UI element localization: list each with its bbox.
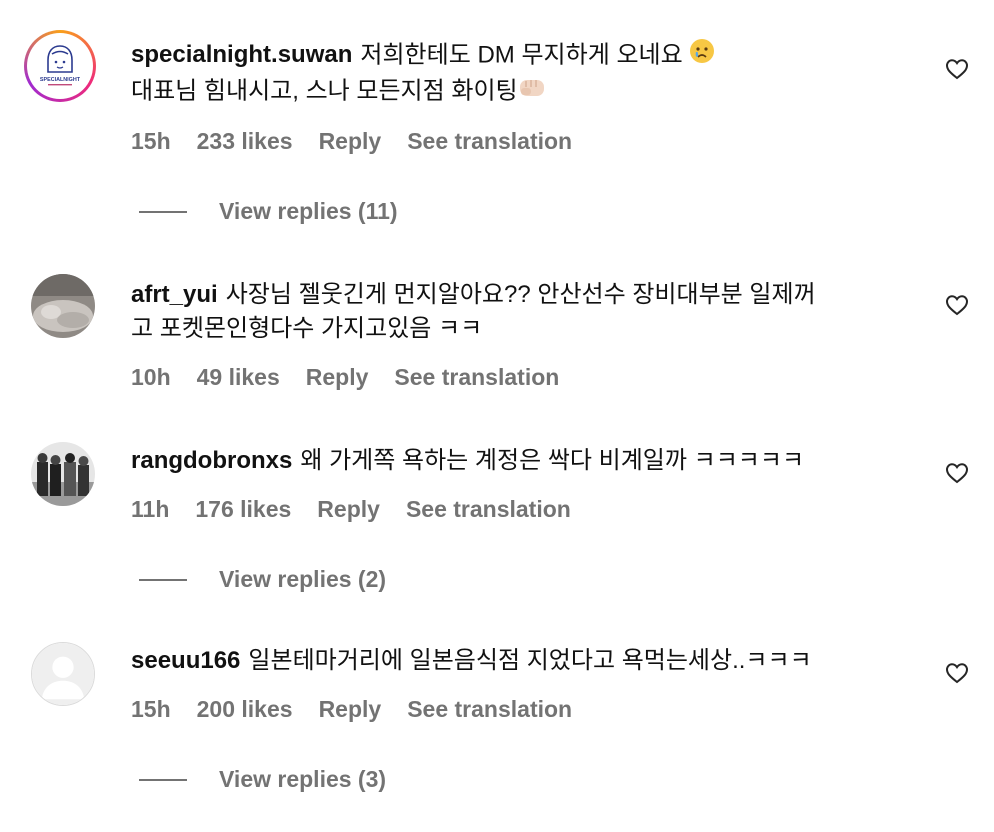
timestamp[interactable]: 11h (131, 496, 169, 523)
replies-divider-line (139, 578, 187, 581)
reply-button[interactable]: Reply (319, 696, 382, 723)
heart-icon[interactable] (945, 461, 969, 485)
comment-body: specialnight.suwan 저희한테도 DM 무지하게 오네요 대표님 … (131, 38, 901, 110)
comment-body: afrt_yui 사장님 젤웃긴게 먼지알아요?? 안산선수 장비대부분 일제꺼 … (131, 278, 901, 346)
timestamp[interactable]: 15h (131, 128, 171, 155)
heart-icon[interactable] (945, 661, 969, 685)
crying-face-emoji-icon (689, 38, 715, 74)
comment-text-line2: 고 포켓몬인형다수 가지고있음 ㅋㅋ (131, 315, 483, 342)
username-link[interactable]: rangdobronxs (131, 447, 292, 474)
comment-text-line2: 대표님 힘내시고, 스나 모든지점 화이팅 (131, 77, 518, 105)
comment-body: rangdobronxs 왜 가게쪽 욕하는 계정은 싹다 비계일까 ㅋㅋㅋㅋㅋ (131, 444, 901, 478)
likes-count[interactable]: 49 likes (197, 364, 280, 391)
timestamp[interactable]: 10h (131, 364, 171, 391)
avatar-photo-icon (31, 442, 95, 506)
avatar[interactable] (31, 274, 95, 338)
timestamp[interactable]: 15h (131, 696, 171, 723)
heart-icon[interactable] (945, 293, 969, 317)
username-link[interactable]: specialnight.suwan (131, 41, 352, 68)
reply-button[interactable]: Reply (306, 364, 369, 391)
likes-count[interactable]: 176 likes (195, 496, 291, 523)
avatar[interactable] (31, 642, 95, 706)
username-link[interactable]: afrt_yui (131, 281, 218, 308)
see-translation-button[interactable]: See translation (394, 364, 559, 391)
replies-divider-line (139, 778, 187, 781)
likes-count[interactable]: 200 likes (197, 696, 293, 723)
see-translation-button[interactable]: See translation (407, 128, 572, 155)
view-replies-button[interactable]: View replies (3) (139, 766, 386, 793)
specialnight-logo-icon: SPECIALNIGHT (30, 36, 90, 96)
view-replies-label: View replies (2) (219, 566, 387, 592)
replies-divider-line (139, 210, 187, 213)
comment-meta: 11h 176 likes Reply See translation (131, 496, 571, 523)
see-translation-button[interactable]: See translation (407, 696, 572, 723)
avatar-photo-icon (31, 274, 95, 338)
comment-meta: 15h 200 likes Reply See translation (131, 696, 572, 723)
default-avatar-icon (32, 643, 94, 705)
avatar[interactable]: SPECIALNIGHT (24, 30, 96, 102)
comment-body: seeuu166 일본테마거리에 일본음식점 지었다고 욕먹는세상..ㅋㅋㅋ (131, 644, 901, 678)
comment-text: 일본테마거리에 일본음식점 지었다고 욕먹는세상..ㅋㅋㅋ (248, 647, 812, 674)
avatar[interactable] (31, 442, 95, 506)
comment-meta: 15h 233 likes Reply See translation (131, 128, 572, 155)
likes-count[interactable]: 233 likes (197, 128, 293, 155)
view-replies-button[interactable]: View replies (2) (139, 566, 386, 593)
reply-button[interactable]: Reply (319, 128, 382, 155)
comment-text: 사장님 젤웃긴게 먼지알아요?? 안산선수 장비대부분 일제꺼 (225, 281, 816, 308)
view-replies-button[interactable]: View replies (11) (139, 198, 398, 225)
avatar-logo-text: SPECIALNIGHT (40, 77, 81, 83)
see-translation-button[interactable]: See translation (406, 496, 571, 523)
comment-text: 저희한테도 DM 무지하게 오네요 (360, 41, 683, 69)
reply-button[interactable]: Reply (317, 496, 380, 523)
heart-icon[interactable] (945, 57, 969, 81)
view-replies-label: View replies (11) (219, 198, 398, 224)
comment-meta: 10h 49 likes Reply See translation (131, 364, 559, 391)
fist-emoji-icon (518, 74, 546, 110)
view-replies-label: View replies (3) (219, 766, 387, 792)
comment-text: 왜 가게쪽 욕하는 계정은 싹다 비계일까 ㅋㅋㅋㅋㅋ (300, 447, 805, 474)
username-link[interactable]: seeuu166 (131, 647, 240, 674)
